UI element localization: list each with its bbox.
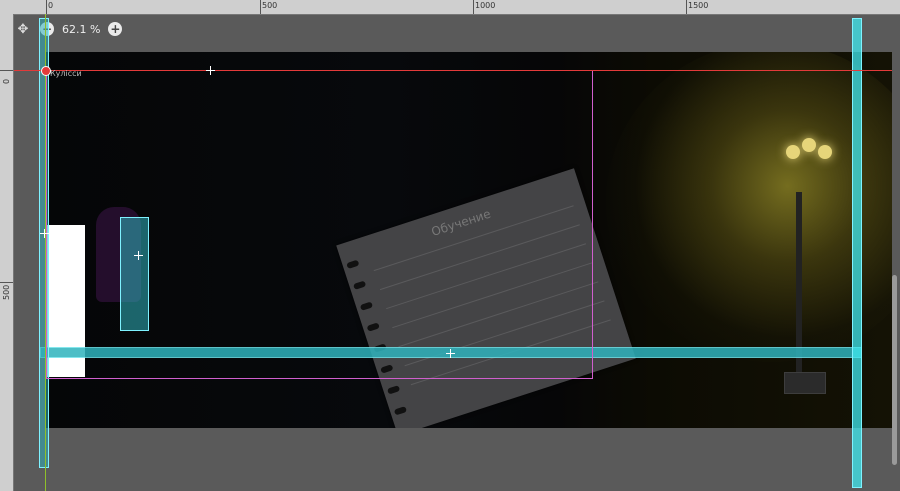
ruler-tick [46,0,47,14]
ruler-tick [0,70,13,71]
ruler-label-0: 0 [2,78,11,84]
ruler-label-0: 0 [48,1,54,10]
crosshair-icon[interactable] [206,66,215,75]
zoom-in-icon[interactable]: + [108,22,123,36]
crosshair-icon[interactable] [40,229,49,238]
ruler-label-1500: 1500 [688,1,709,10]
origin-node-label: Кулісси [50,69,82,78]
viewport-toolbar: ✥ − 62.1 % + [14,15,123,43]
x-axis-line [14,70,892,71]
right-wall-collision-shape[interactable] [852,18,862,488]
ruler-tick [686,0,687,14]
ruler-label-500: 500 [2,284,11,300]
lamp-bulb [818,145,832,159]
vertical-scrollbar[interactable] [892,275,897,465]
y-axis-line [45,14,46,491]
ruler-tick [0,282,13,283]
ruler-tick [473,0,474,14]
ruler-tick [260,0,261,14]
move-icon[interactable]: ✥ [14,20,32,38]
lamp-base [784,372,826,394]
notebook-ring [393,406,408,416]
top-ruler: 0 500 1000 1500 [0,0,900,15]
notebook-ring [386,385,401,395]
left-ruler: 0 500 [0,14,14,491]
zoom-level[interactable]: 62.1 % [62,23,100,36]
crosshair-icon[interactable] [446,349,455,358]
crosshair-icon[interactable] [134,251,143,260]
origin-point-icon[interactable] [41,66,51,76]
lamp-bulb [802,138,816,152]
ruler-label-500: 500 [262,1,278,10]
camera-frame[interactable] [46,70,593,379]
ruler-label-1000: 1000 [475,1,496,10]
lamp-bulb [786,145,800,159]
